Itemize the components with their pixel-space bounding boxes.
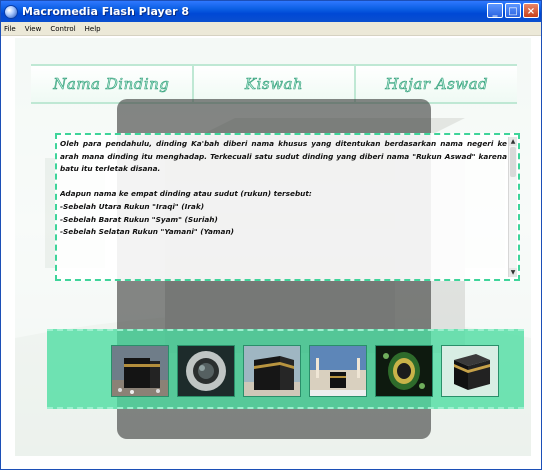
thumbnail-hajar-aswad-photo[interactable] (177, 345, 235, 397)
paragraph-intro: Oleh para pendahulu, dinding Ka'bah dibe… (60, 139, 507, 174)
scroll-thumb[interactable] (510, 147, 516, 177)
description-text[interactable]: Oleh para pendahulu, dinding Ka'bah dibe… (60, 138, 507, 276)
paragraph-list-intro: Adapun nama ke empat dinding atau sudut … (60, 189, 312, 199)
title-bar[interactable]: Macromedia Flash Player 8 _ □ × (1, 1, 541, 22)
thumbnail-kaaba-illustration[interactable] (441, 345, 499, 397)
thumbnail-kaaba-photo-2[interactable] (243, 345, 301, 397)
text-scrollbar[interactable]: ▲ ▼ (508, 137, 517, 277)
scroll-down-icon[interactable]: ▼ (509, 268, 517, 277)
menu-help[interactable]: Help (85, 25, 101, 33)
list-item: -Sebelah Utara Rukun "Iraqi" (Irak) (60, 201, 205, 211)
thumbnail-strip (47, 329, 524, 409)
maximize-button[interactable]: □ (505, 3, 521, 18)
tab-kiswah[interactable]: Kiswah (194, 66, 355, 102)
flash-player-icon (4, 4, 18, 19)
flash-stage: Nama Dinding Kiswah Hajar Aswad Oleh par… (15, 38, 531, 456)
window-title: Macromedia Flash Player 8 (22, 5, 190, 18)
thumbnail-hajar-aswad-frame-photo[interactable] (375, 345, 433, 397)
menu-view[interactable]: View (25, 25, 42, 33)
top-navigation: Nama Dinding Kiswah Hajar Aswad (31, 64, 517, 104)
thumbnail-kaaba-photo-1[interactable] (111, 345, 169, 397)
flash-player-window: Macromedia Flash Player 8 _ □ × File Vie… (0, 0, 542, 470)
description-frame: Oleh para pendahulu, dinding Ka'bah dibe… (55, 133, 520, 281)
scroll-up-icon[interactable]: ▲ (509, 137, 517, 146)
minimize-button[interactable]: _ (487, 3, 503, 18)
list-item: -Sebelah Barat Rukun "Syam" (Suriah) (60, 214, 218, 224)
thumbnail-masjid-haram-photo[interactable] (309, 345, 367, 397)
window-controls: _ □ × (487, 3, 539, 18)
menu-control[interactable]: Control (50, 25, 75, 33)
tab-nama-dinding[interactable]: Nama Dinding (31, 66, 192, 102)
tab-hajar-aswad[interactable]: Hajar Aswad (356, 66, 517, 102)
close-button[interactable]: × (523, 3, 539, 18)
menu-file[interactable]: File (4, 25, 16, 33)
list-item: -Sebelah Selatan Rukun "Yamani" (Yaman) (60, 227, 234, 237)
menu-bar: File View Control Help (1, 22, 541, 36)
